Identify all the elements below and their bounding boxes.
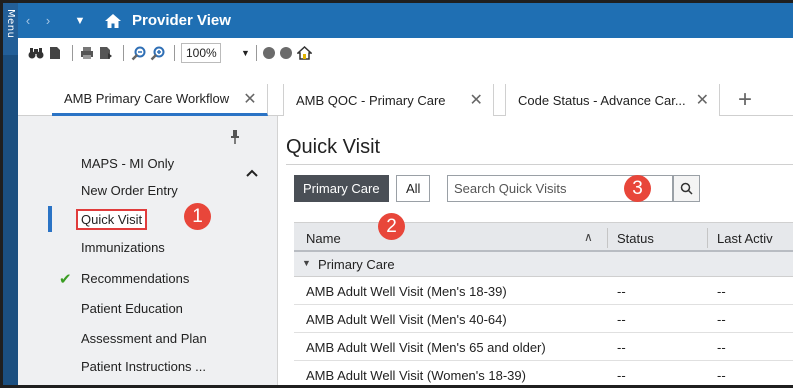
print-icon[interactable] xyxy=(79,45,95,61)
pin-icon[interactable] xyxy=(230,130,240,144)
main-panel: Quick Visit Primary Care All Name ∧ Stat… xyxy=(279,116,793,385)
row-name: AMB Adult Well Visit (Men's 40-64) xyxy=(306,312,507,327)
caret-down-icon[interactable]: ▼ xyxy=(302,258,311,268)
nav-item-new-order-entry[interactable]: New Order Entry xyxy=(18,177,258,203)
row-name: AMB Adult Well Visit (Men's 18-39) xyxy=(306,284,507,299)
row-status: -- xyxy=(617,312,626,327)
menu-label: Menu xyxy=(5,9,16,39)
nav-item-patient-instructions[interactable]: Patient Instructions ... xyxy=(18,353,258,379)
filter-all-button[interactable]: All xyxy=(396,175,431,202)
nav-scrollbar[interactable] xyxy=(262,136,272,385)
toolbar-divider xyxy=(72,45,73,61)
column-header-last-activity[interactable]: Last Activ xyxy=(717,231,773,246)
filter-primary-care-button[interactable]: Primary Care xyxy=(294,175,389,202)
tab-label: AMB QOC - Primary Care xyxy=(296,92,446,108)
quick-visit-table: Name ∧ Status Last Activ ▼ Primary Care … xyxy=(294,222,793,385)
side-menu-strip: Menu xyxy=(3,3,18,385)
home-icon[interactable] xyxy=(102,11,124,31)
close-icon[interactable]: ✕ xyxy=(470,90,483,110)
nav-item-patient-education[interactable]: Patient Education xyxy=(18,295,258,321)
tab-strip: AMB Primary Care Workflow ✕ AMB QOC - Pr… xyxy=(18,68,793,116)
circle-icon[interactable] xyxy=(279,47,292,59)
nav-item-recommendations[interactable]: ✔ Recommendations xyxy=(18,265,258,291)
close-icon[interactable]: ✕ xyxy=(243,89,256,109)
zoom-level-field[interactable]: 100% xyxy=(181,43,221,63)
table-header: Name ∧ Status Last Activ xyxy=(294,222,793,252)
toolbar-divider xyxy=(123,45,124,61)
sort-ascending-icon[interactable]: ∧ xyxy=(584,230,593,244)
tab-label: AMB Primary Care Workflow xyxy=(64,91,230,106)
add-tab-icon[interactable]: + xyxy=(738,86,752,114)
row-name: AMB Adult Well Visit (Men's 65 and older… xyxy=(306,340,546,355)
group-row[interactable]: ▼ Primary Care xyxy=(294,252,793,277)
home-outline-icon[interactable] xyxy=(297,45,313,61)
group-label: Primary Care xyxy=(318,257,395,272)
nav-item-maps-mi-only[interactable]: MAPS - MI Only xyxy=(18,150,258,176)
row-last-activity: -- xyxy=(717,312,726,327)
tab-amb-primary-care-workflow[interactable]: AMB Primary Care Workflow ✕ xyxy=(52,84,268,116)
tab-amb-qoc-primary-care[interactable]: AMB QOC - Primary Care ✕ xyxy=(283,84,494,116)
nav-item-immunizations[interactable]: Immunizations xyxy=(18,234,258,260)
zoom-in-icon[interactable] xyxy=(149,45,165,61)
left-navigation: MAPS - MI Only New Order Entry Quick Vis… xyxy=(18,116,278,385)
callout-1: 1 xyxy=(184,203,211,230)
row-last-activity: -- xyxy=(717,340,726,355)
zoom-out-icon[interactable] xyxy=(130,45,146,61)
column-divider xyxy=(607,228,608,248)
check-icon: ✔ xyxy=(59,271,72,288)
tab-label: Code Status - Advance Car... xyxy=(518,92,686,108)
binoculars-icon[interactable] xyxy=(28,45,44,61)
page-title: Quick Visit xyxy=(286,136,381,158)
tab-code-status[interactable]: Code Status - Advance Car... ✕ xyxy=(505,84,721,116)
row-status: -- xyxy=(617,284,626,299)
zoom-dropdown-icon[interactable]: ▼ xyxy=(241,48,250,58)
column-divider xyxy=(707,228,708,248)
toolbar-divider xyxy=(255,45,257,61)
column-header-status[interactable]: Status xyxy=(617,231,654,246)
export-icon[interactable] xyxy=(98,45,114,61)
history-dropdown-icon[interactable]: ▼ xyxy=(70,15,90,27)
close-icon[interactable]: ✕ xyxy=(696,90,709,110)
table-row[interactable]: AMB Adult Well Visit (Men's 18-39) -- -- xyxy=(294,277,793,305)
nav-item-assessment-and-plan[interactable]: Assessment and Plan xyxy=(18,325,258,351)
search-icon xyxy=(680,182,693,195)
column-header-name[interactable]: Name xyxy=(306,231,341,246)
table-row[interactable]: AMB Adult Well Visit (Men's 40-64) -- -- xyxy=(294,305,793,333)
forward-arrow-icon[interactable]: › xyxy=(38,13,58,28)
toolbar-divider xyxy=(174,45,175,61)
title-divider xyxy=(286,164,793,165)
app-window: Menu ‹ › ▼ Provider View 100% ▼ AMB Prim… xyxy=(0,0,793,388)
table-row[interactable]: AMB Adult Well Visit (Men's 65 and older… xyxy=(294,333,793,361)
search-button[interactable] xyxy=(673,175,700,202)
window-title: Provider View xyxy=(132,12,231,29)
callout-3: 3 xyxy=(624,175,651,202)
row-status: -- xyxy=(617,368,626,383)
row-last-activity: -- xyxy=(717,368,726,383)
table-row[interactable]: AMB Adult Well Visit (Women's 18-39) -- … xyxy=(294,361,793,385)
row-status: -- xyxy=(617,340,626,355)
circle-icon[interactable] xyxy=(262,47,275,59)
document-icon[interactable] xyxy=(47,45,63,61)
toolbar: 100% ▼ xyxy=(18,38,793,68)
back-arrow-icon[interactable]: ‹ xyxy=(18,13,38,28)
row-last-activity: -- xyxy=(717,284,726,299)
row-name: AMB Adult Well Visit (Women's 18-39) xyxy=(306,368,526,383)
callout-2: 2 xyxy=(378,213,405,240)
nav-item-quick-visit[interactable]: Quick Visit xyxy=(18,206,258,232)
menu-tab[interactable]: Menu xyxy=(3,3,18,55)
title-bar: ‹ › ▼ Provider View xyxy=(18,3,793,38)
